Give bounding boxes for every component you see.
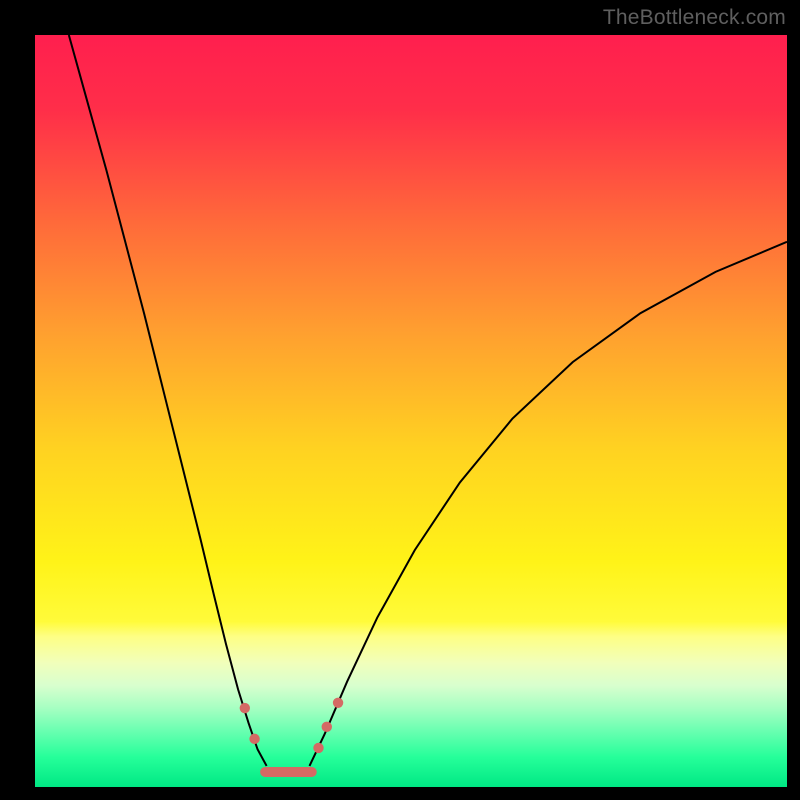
data-marker xyxy=(249,734,259,744)
plot-area xyxy=(35,35,787,787)
chart-frame: TheBottleneck.com xyxy=(0,0,800,800)
data-marker xyxy=(322,722,332,732)
data-marker xyxy=(313,743,323,753)
data-marker xyxy=(240,703,250,713)
curves-layer xyxy=(35,35,787,787)
series-right-curve xyxy=(309,242,787,766)
series-left-curve xyxy=(69,35,267,766)
watermark-text: TheBottleneck.com xyxy=(603,6,786,30)
data-marker xyxy=(333,698,343,708)
